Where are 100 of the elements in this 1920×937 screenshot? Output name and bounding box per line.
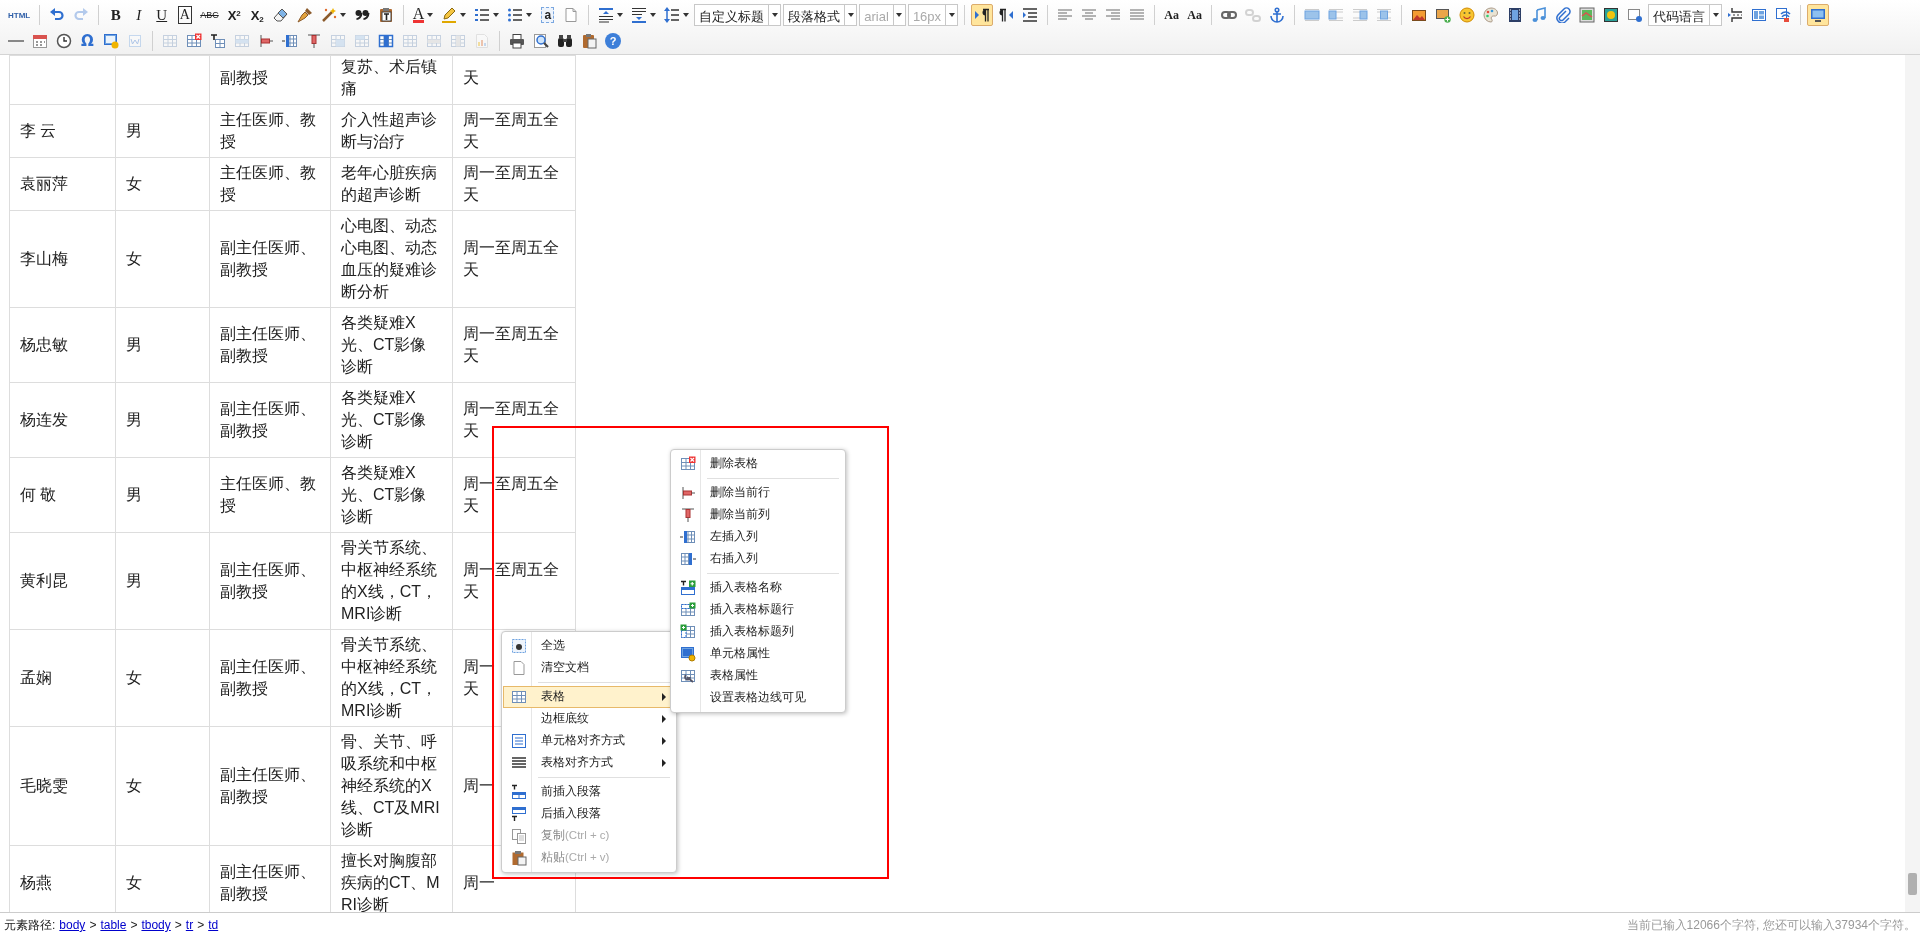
undo-icon xyxy=(49,7,66,23)
menu-item[interactable]: 全选 xyxy=(503,635,675,657)
path-separator: > xyxy=(130,917,138,934)
schedule-cell: 周一至周五全天 xyxy=(452,382,576,458)
path-link[interactable]: body xyxy=(59,916,86,934)
align-justify-icon xyxy=(1129,7,1146,23)
select-all-button[interactable]: a xyxy=(537,4,559,26)
path-link[interactable]: td xyxy=(208,916,219,934)
schedule-cell: 周一至周五全天 xyxy=(452,307,576,383)
table-icon xyxy=(354,33,370,49)
superscript-button[interactable]: X$^{2}$ xyxy=(223,4,245,26)
strikethrough-button[interactable]: ABC xyxy=(197,4,222,26)
music-icon xyxy=(1531,7,1548,23)
caption-insert-icon xyxy=(680,580,696,596)
table-icon xyxy=(402,33,418,49)
menu-item[interactable]: 右插入列 xyxy=(672,548,844,570)
copy-icon xyxy=(511,828,527,844)
path-link[interactable]: tr xyxy=(185,916,194,934)
gender-cell: 男 xyxy=(115,532,210,630)
schedule-cell: 周一至周五全天 xyxy=(452,210,576,308)
lines-icon xyxy=(511,755,527,771)
header-column-icon xyxy=(680,624,696,640)
name-cell: 何 敬 xyxy=(9,457,116,533)
code-language-select[interactable]: 代码语言 xyxy=(1648,4,1723,26)
uppercase-button[interactable]: Aa xyxy=(1161,4,1183,26)
menu-item[interactable]: 左插入列 xyxy=(672,526,844,548)
special-character-button[interactable]: Ω xyxy=(77,30,98,52)
menu-item[interactable]: 清空文档 xyxy=(503,657,675,679)
character-count: 当前已输入12066个字符, 您还可以输入37934个字符。 xyxy=(1626,917,1916,934)
quote-icon xyxy=(353,7,370,23)
table-icon xyxy=(426,33,442,49)
smiley-icon xyxy=(1459,7,1476,23)
image-icon xyxy=(1411,7,1428,23)
caret-icon xyxy=(493,13,500,17)
subscript-button[interactable]: X$_{2}$ xyxy=(246,4,268,26)
toolbar-button[interactable] xyxy=(1807,4,1830,26)
page-icon xyxy=(511,660,527,676)
name-cell: 杨连发 xyxy=(9,382,116,458)
specialty-cell: 各类疑难X光、CT影像诊断 xyxy=(330,382,453,458)
gender-cell: 男 xyxy=(115,382,210,458)
printer-icon xyxy=(509,33,525,49)
path-separator: > xyxy=(197,917,205,934)
table-icon xyxy=(234,33,250,49)
specialty-cell: 心电图、动态心电图、动态血压的疑难诊断分析 xyxy=(330,210,453,308)
table-insert-icon xyxy=(210,33,226,49)
line-height-icon xyxy=(664,7,681,23)
unlink-icon xyxy=(1245,7,1262,23)
toolbar-button[interactable] xyxy=(971,4,994,26)
menu-item[interactable]: 表格属性 xyxy=(672,665,844,687)
paragraph-format-select[interactable]: 段落格式 xyxy=(783,4,858,26)
source-button[interactable]: HTML xyxy=(5,4,34,26)
scrollbar[interactable] xyxy=(1905,55,1920,912)
table-icon xyxy=(162,33,178,49)
caret-icon xyxy=(650,13,657,17)
clipboard-icon xyxy=(581,33,597,49)
background-icon xyxy=(1775,7,1792,23)
schedule-cell: 周一至周五全天 xyxy=(452,157,576,211)
menu-item[interactable]: 删除当前列 xyxy=(672,504,844,526)
name-cell: 李山梅 xyxy=(9,210,116,308)
row-delete-icon xyxy=(680,485,696,501)
submenu-arrow-icon xyxy=(662,759,666,767)
anchor-icon xyxy=(1269,7,1286,23)
page-icon xyxy=(563,7,580,23)
paragraph-before-icon xyxy=(511,784,527,800)
caret-icon xyxy=(1712,13,1719,17)
heading-select[interactable]: 自定义标题 xyxy=(694,4,782,26)
select-all-icon xyxy=(511,638,527,654)
image-placement-icon xyxy=(1352,7,1369,23)
caret-icon xyxy=(617,13,624,17)
specialty-cell: 各类疑难X光、CT影像诊断 xyxy=(330,457,453,533)
table-icon xyxy=(378,33,394,49)
lowercase-button[interactable]: Aa xyxy=(1184,4,1206,26)
title-cell: 主任医师、教授 xyxy=(209,457,331,533)
menu-item[interactable]: 删除表格 xyxy=(672,453,844,475)
path-link[interactable]: table xyxy=(100,916,127,934)
scrollbar-thumb[interactable] xyxy=(1908,873,1917,895)
schedule-cell: 天 xyxy=(452,55,576,105)
header-row-icon xyxy=(680,602,696,618)
menu-item[interactable]: 插入表格名称 xyxy=(672,577,844,599)
path-link[interactable]: tbody xyxy=(141,916,171,934)
font-color-button[interactable]: A xyxy=(409,4,437,26)
gender-cell: 男 xyxy=(115,457,210,533)
menu-item[interactable]: 插入表格标题列 xyxy=(672,621,844,643)
marker-icon xyxy=(441,7,458,23)
film-icon xyxy=(1507,7,1524,23)
menu-item[interactable]: 插入表格标题行 xyxy=(672,599,844,621)
gender-cell: 女 xyxy=(115,157,210,211)
palette-icon xyxy=(1483,7,1500,23)
menu-item[interactable]: 删除当前行 xyxy=(672,482,844,504)
menu-item[interactable]: 单元格属性 xyxy=(672,643,844,665)
paperclip-icon xyxy=(1555,7,1572,23)
caret-icon xyxy=(683,13,690,17)
column-delete-icon xyxy=(680,507,696,523)
title-cell: 副主任医师、副教授 xyxy=(209,629,331,727)
menu-item[interactable]: 设置表格边线可见 xyxy=(672,687,844,709)
underline-button[interactable]: U xyxy=(151,4,173,26)
cell-properties-icon xyxy=(680,646,696,662)
bold-button[interactable]: B xyxy=(105,4,127,26)
submenu-arrow-icon xyxy=(662,737,666,745)
italic-button[interactable]: I xyxy=(128,4,150,26)
